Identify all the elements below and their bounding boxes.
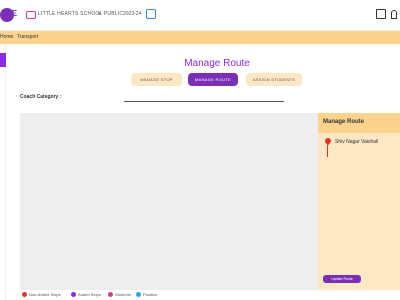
nav-item-home[interactable]: Home [0,34,13,40]
coach-category-select[interactable] [124,93,284,102]
route-stop[interactable]: Shiv Nagar Vaishali [335,139,378,145]
legend-marker-icon [108,292,113,297]
legend-marker-icon [71,292,76,297]
logo-text: NE [6,9,18,18]
top-bar: NE LITTLE HEARTS SCHOOL PUBLIC ▾ 2023-24 [0,0,400,31]
legend-marker-icon [22,292,27,297]
legend-item-added-stops: Added Stops [71,292,101,297]
legend-item-non-added-stops: Non-Added Stops [22,292,61,297]
legend-marker-icon [136,292,141,297]
school-selector[interactable]: LITTLE HEARTS SCHOOL PUBLIC [38,11,123,17]
map-area[interactable] [20,113,318,290]
legend-item-position: Position [136,292,157,297]
route-panel-header: Manage Route [318,113,400,133]
nav-bar: Home Transport [0,31,400,44]
route-line [327,145,328,157]
monitor-icon[interactable] [376,9,386,19]
page-title: Manage Route [184,58,250,69]
tab-assign-students[interactable]: ASSIGN STUDENTS [246,73,302,86]
calendar-icon[interactable] [146,9,156,19]
legend-label: Non-Added Stops [29,292,61,297]
map-pin-icon [323,136,333,146]
route-panel-title: Manage Route [323,119,365,125]
academic-year[interactable]: 2023-24 [123,11,141,17]
coach-category-label: Coach Category : [20,94,62,100]
tab-manage-route[interactable]: MANAGE ROUTE [188,73,238,86]
chevron-down-icon[interactable]: ▾ [98,11,101,17]
manage-route-panel: Manage Route Shiv Nagar Vaishali Update … [318,113,400,290]
tab-manage-stop[interactable]: MANAGE STOP [131,73,182,86]
legend-label: Students [115,292,131,297]
legend-label: Added Stops [78,292,101,297]
sidebar [0,44,6,300]
legend-label: Position [143,292,158,297]
school-icon [26,11,36,19]
update-route-button[interactable]: Update Route [323,275,361,283]
bell-icon[interactable] [391,10,397,19]
legend-item-students: Students [108,292,131,297]
nav-item-transport[interactable]: Transport [17,34,38,40]
